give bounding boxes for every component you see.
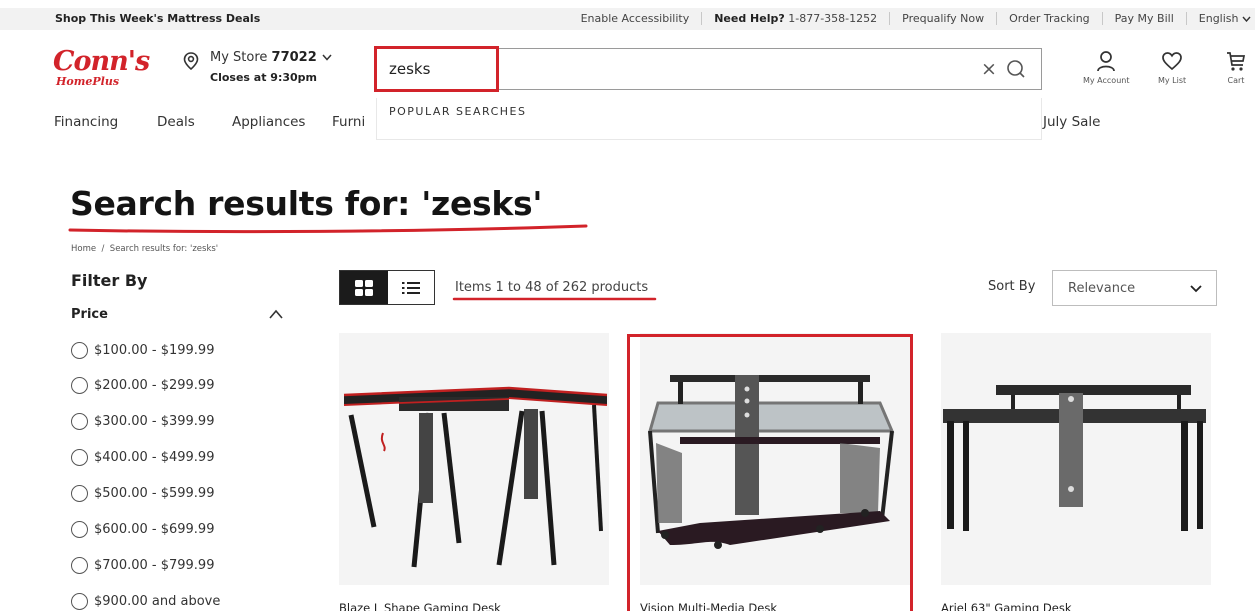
radio-button[interactable] bbox=[71, 592, 88, 610]
my-account-label: My Account bbox=[1083, 76, 1130, 85]
price-option[interactable]: $500.00 - $599.99 bbox=[71, 483, 214, 503]
sort-value: Relevance bbox=[1068, 281, 1136, 296]
product-card[interactable]: Blaze L Shape Gaming Desk bbox=[339, 333, 609, 611]
chevron-down-icon bbox=[1190, 285, 1202, 293]
store-hours: Closes at 9:30pm bbox=[210, 71, 317, 84]
product-image[interactable] bbox=[941, 333, 1211, 585]
utility-bar: Shop This Week's Mattress Deals Enable A… bbox=[0, 8, 1255, 30]
help-phone: 1-877-358-1252 bbox=[788, 12, 878, 25]
price-option-label: $500.00 - $599.99 bbox=[94, 485, 215, 501]
title-underline-annotation bbox=[68, 224, 588, 234]
price-option[interactable]: $100.00 - $199.99 bbox=[71, 340, 214, 360]
price-option-label: $700.00 - $799.99 bbox=[94, 557, 215, 573]
price-option-label: $200.00 - $299.99 bbox=[94, 377, 215, 393]
list-view-button[interactable] bbox=[388, 271, 434, 304]
price-option[interactable]: $900.00 and above bbox=[71, 591, 220, 611]
search-bar: × bbox=[374, 46, 1042, 92]
breadcrumb-current: Search results for: 'zesks' bbox=[109, 244, 219, 254]
price-option-label: $900.00 and above bbox=[94, 593, 221, 609]
radio-button[interactable] bbox=[71, 520, 88, 538]
view-toggle bbox=[339, 270, 435, 305]
store-number: 77022 bbox=[271, 50, 317, 65]
utility-links: Enable Accessibility Need Help? 1-877-35… bbox=[569, 12, 1255, 25]
nav-item-deals[interactable]: Deals bbox=[157, 114, 195, 130]
price-option[interactable]: $300.00 - $399.99 bbox=[71, 411, 214, 431]
cart-button[interactable]: Cart bbox=[1225, 50, 1247, 85]
results-count: Items 1 to 48 of 262 products bbox=[455, 280, 649, 295]
radio-button[interactable] bbox=[71, 341, 88, 359]
radio-button[interactable] bbox=[71, 412, 88, 430]
user-icon bbox=[1097, 51, 1116, 72]
my-account-button[interactable]: My Account bbox=[1083, 50, 1129, 85]
help-label: Need Help? bbox=[714, 12, 785, 25]
price-option[interactable]: $600.00 - $699.99 bbox=[71, 519, 214, 539]
filter-heading: Filter By bbox=[71, 271, 148, 290]
desk-image bbox=[343, 386, 608, 568]
list-view-icon bbox=[402, 281, 420, 294]
radio-button[interactable] bbox=[71, 376, 88, 394]
price-option[interactable]: $700.00 - $799.99 bbox=[71, 555, 214, 575]
grid-view-icon bbox=[355, 279, 373, 296]
sort-by-label: Sort By bbox=[988, 279, 1036, 294]
close-icon[interactable]: × bbox=[979, 58, 999, 80]
prequalify-link[interactable]: Prequalify Now bbox=[890, 12, 998, 25]
location-pin-icon bbox=[183, 52, 199, 70]
radio-button[interactable] bbox=[71, 484, 88, 502]
nav-item-july-sale[interactable]: July Sale bbox=[1043, 114, 1100, 130]
price-option[interactable]: $200.00 - $299.99 bbox=[71, 375, 214, 395]
language-label: English bbox=[1198, 12, 1239, 25]
product-card[interactable]: Vision Multi-Media Desk bbox=[640, 333, 910, 611]
product-name[interactable]: Blaze L Shape Gaming Desk bbox=[339, 601, 501, 611]
search-icon[interactable] bbox=[1005, 58, 1027, 80]
pay-bill-link[interactable]: Pay My Bill bbox=[1103, 12, 1187, 25]
chevron-up-icon[interactable] bbox=[268, 308, 284, 320]
product-image[interactable] bbox=[339, 333, 609, 585]
logo-main: Conn's bbox=[53, 46, 150, 77]
cart-icon bbox=[1227, 52, 1246, 71]
nav-item-furniture[interactable]: Furni bbox=[332, 114, 365, 130]
store-label: My Store bbox=[210, 50, 268, 65]
count-underline-annotation bbox=[452, 297, 657, 301]
price-option-label: $100.00 - $199.99 bbox=[94, 342, 215, 358]
my-list-button[interactable]: My List bbox=[1158, 50, 1186, 85]
product-image[interactable] bbox=[640, 333, 910, 585]
radio-button[interactable] bbox=[71, 556, 88, 574]
search-suggestions-dropdown: POPULAR SEARCHES bbox=[376, 98, 1042, 140]
grid-view-button[interactable] bbox=[340, 271, 388, 304]
product-card[interactable]: Ariel 63" Gaming Desk bbox=[941, 333, 1211, 611]
order-tracking-link[interactable]: Order Tracking bbox=[997, 12, 1103, 25]
price-option-label: $600.00 - $699.99 bbox=[94, 521, 215, 537]
popular-searches-heading: POPULAR SEARCHES bbox=[389, 105, 527, 118]
cart-label: Cart bbox=[1227, 76, 1245, 85]
store-name: My Store 77022 bbox=[210, 50, 332, 65]
price-option[interactable]: $400.00 - $499.99 bbox=[71, 447, 214, 467]
desk-image bbox=[943, 385, 1206, 531]
nav-item-appliances[interactable]: Appliances bbox=[232, 114, 305, 130]
product-name[interactable]: Vision Multi-Media Desk bbox=[640, 601, 777, 611]
accessibility-link[interactable]: Enable Accessibility bbox=[569, 12, 703, 25]
heart-icon bbox=[1162, 52, 1182, 71]
sort-select[interactable]: Relevance bbox=[1052, 270, 1217, 306]
help-link[interactable]: Need Help? 1-877-358-1252 bbox=[702, 12, 891, 25]
my-list-label: My List bbox=[1158, 76, 1187, 85]
price-option-label: $400.00 - $499.99 bbox=[94, 449, 215, 465]
chevron-down-icon bbox=[1242, 16, 1251, 23]
breadcrumb-home[interactable]: Home bbox=[71, 244, 96, 254]
chevron-down-icon bbox=[322, 54, 332, 61]
conns-logo[interactable]: Conn's HomePlus bbox=[53, 46, 150, 94]
product-name[interactable]: Ariel 63" Gaming Desk bbox=[941, 601, 1071, 611]
nav-item-financing[interactable]: Financing bbox=[54, 114, 118, 130]
breadcrumb-separator: / bbox=[101, 244, 105, 254]
promo-link[interactable]: Shop This Week's Mattress Deals bbox=[55, 12, 260, 25]
price-filter-heading[interactable]: Price bbox=[71, 307, 108, 322]
page-title: Search results for: 'zesks' bbox=[70, 184, 543, 223]
radio-button[interactable] bbox=[71, 448, 88, 466]
language-selector[interactable]: English bbox=[1187, 12, 1255, 25]
site-header: Conn's HomePlus My Store 77022 Closes at… bbox=[0, 30, 1255, 106]
desk-image bbox=[648, 375, 895, 549]
search-input[interactable] bbox=[377, 49, 917, 89]
price-option-label: $300.00 - $399.99 bbox=[94, 413, 215, 429]
breadcrumb: Home / Search results for: 'zesks' bbox=[71, 244, 218, 254]
